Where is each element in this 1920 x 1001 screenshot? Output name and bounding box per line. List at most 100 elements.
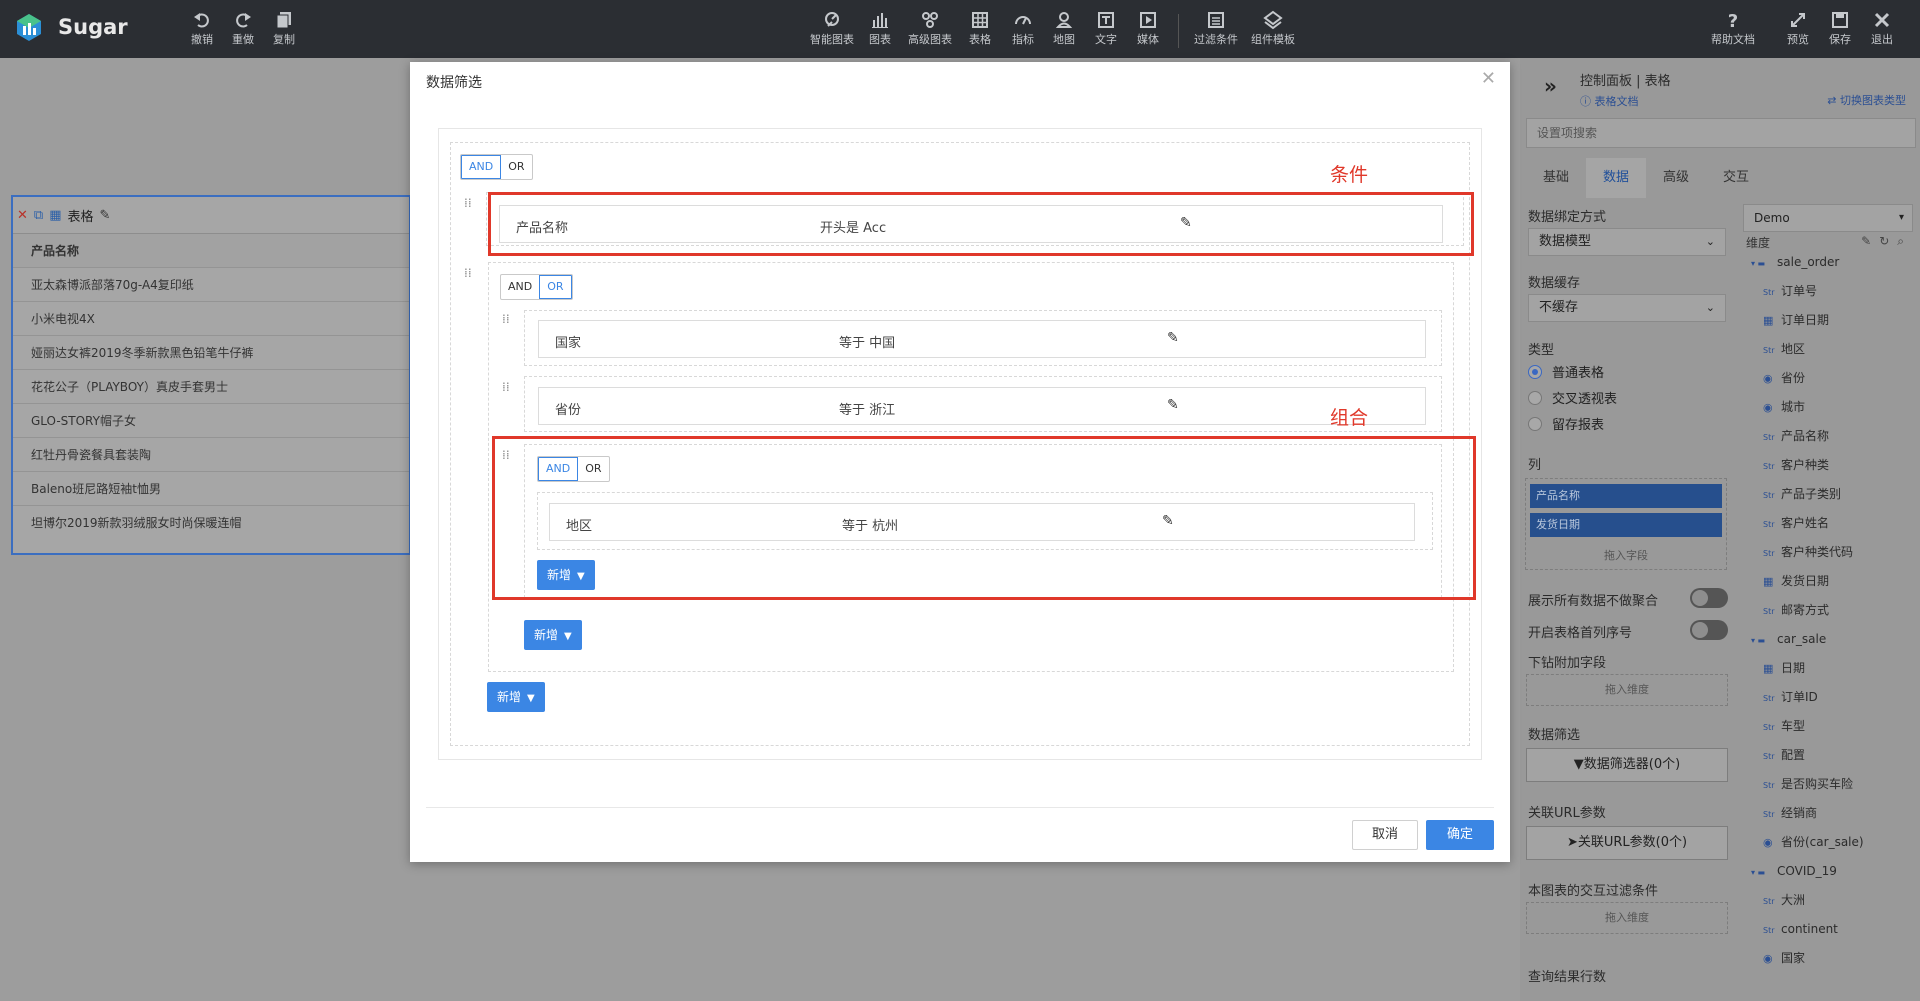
tree-field[interactable]: ◉ 省份(car_sale) xyxy=(1743,828,1913,857)
column-field-chip[interactable]: 发货日期 xyxy=(1530,513,1722,537)
table-button[interactable]: 表格 xyxy=(957,10,1003,47)
add-button[interactable]: 新增 ▼ xyxy=(524,620,582,650)
advanced-chart-button[interactable]: 高级图表 xyxy=(904,10,956,47)
component-template-button[interactable]: 组件模板 xyxy=(1245,10,1301,47)
tree-folder[interactable]: ▾ ▬ sale_order xyxy=(1743,248,1913,277)
condition-province[interactable]: 省份 等于 浙江 ✎ xyxy=(538,387,1426,425)
tree-field[interactable]: ◉ 省份 xyxy=(1743,364,1913,393)
switch-chart-type-link[interactable]: ⇄ 切换图表类型 xyxy=(1827,92,1906,108)
tree-field[interactable]: Str 邮寄方式 xyxy=(1743,596,1913,625)
edit-pencil-icon[interactable]: ✎ xyxy=(1861,234,1879,248)
type-radio-pivot[interactable]: 交叉透视表 xyxy=(1528,388,1617,407)
edit-pencil-icon[interactable]: ✎ xyxy=(100,208,111,223)
tree-field[interactable]: Str 配置 xyxy=(1743,741,1913,770)
tree-field[interactable]: Str 客户姓名 xyxy=(1743,509,1913,538)
map-button[interactable]: 地图 xyxy=(1041,10,1087,47)
tab-interaction[interactable]: 交互 xyxy=(1706,158,1766,198)
tree-field[interactable]: Str 订单ID xyxy=(1743,683,1913,712)
tree-folder[interactable]: ▾ ▬ car_sale xyxy=(1743,625,1913,654)
filter-condition-button[interactable]: 过滤条件 xyxy=(1188,10,1244,47)
logic-or-button[interactable]: OR xyxy=(539,275,572,299)
columns-drop-zone[interactable]: 产品名称 发货日期 拖入字段 xyxy=(1525,478,1727,570)
tab-basic[interactable]: 基础 xyxy=(1526,158,1586,198)
condition-country[interactable]: 国家 等于 中国 ✎ xyxy=(538,320,1426,358)
tree-field[interactable]: ◉ 国家 xyxy=(1743,944,1913,973)
logic-and-button[interactable]: AND xyxy=(501,275,539,299)
table-doc-link[interactable]: ⓘ 表格文档 xyxy=(1580,93,1671,109)
logic-and-button[interactable]: AND xyxy=(461,155,502,179)
data-filter-button[interactable]: ▼数据筛选器(0个) xyxy=(1526,748,1728,782)
tree-folder[interactable]: ▾ ▬ COVID_19 xyxy=(1743,857,1913,886)
datasource-select[interactable]: Demo ▾ xyxy=(1743,204,1913,232)
drag-handle-icon[interactable]: ⁞⁞ xyxy=(464,197,476,209)
tree-field[interactable]: ▦ 发货日期 xyxy=(1743,567,1913,596)
drag-handle-icon[interactable]: ⁞⁞ xyxy=(502,313,514,325)
table-doc-label: 表格文档 xyxy=(1594,95,1639,108)
copy-button[interactable]: 复制 xyxy=(261,10,307,47)
type-radio-normal[interactable]: 普通表格 xyxy=(1528,362,1604,381)
chevron-down-icon: ▾ xyxy=(1898,212,1904,223)
widget-header: ✕ ⧉ ▦ 表格 ✎ xyxy=(13,197,409,233)
smart-chart-button[interactable]: 智能图表 xyxy=(808,10,856,47)
tree-field[interactable]: Str 经销商 xyxy=(1743,799,1913,828)
close-icon[interactable]: ✕ xyxy=(1481,68,1496,89)
save-button[interactable]: 保存 xyxy=(1817,10,1863,47)
edit-pencil-icon[interactable]: ✎ xyxy=(1167,397,1179,413)
tree-field[interactable]: Str 产品名称 xyxy=(1743,422,1913,451)
cancel-button[interactable]: 取消 xyxy=(1352,820,1418,850)
undo-button[interactable]: 撤销 xyxy=(179,10,225,47)
logic-or-button[interactable]: OR xyxy=(501,155,531,179)
edit-pencil-icon[interactable]: ✎ xyxy=(1167,330,1179,346)
datasource-value: Demo xyxy=(1754,211,1790,225)
collapse-chevron-icon[interactable]: » xyxy=(1544,74,1557,98)
show-all-toggle[interactable] xyxy=(1690,588,1728,608)
tree-field[interactable]: Str 是否购买车险 xyxy=(1743,770,1913,799)
media-button[interactable]: 媒体 xyxy=(1125,10,1171,47)
duplicate-icon[interactable]: ⧉ xyxy=(34,208,43,223)
delete-icon[interactable]: ✕ xyxy=(17,208,28,223)
add-button[interactable]: 新增 ▼ xyxy=(487,682,545,712)
root-logic-toggle: AND OR xyxy=(460,154,533,180)
tree-field[interactable]: Str continent xyxy=(1743,915,1913,944)
row-number-toggle[interactable] xyxy=(1690,620,1728,640)
drill-drop-zone[interactable]: 拖入维度 xyxy=(1526,674,1728,706)
redo-button[interactable]: 重做 xyxy=(220,10,266,47)
exit-button[interactable]: 退出 xyxy=(1859,10,1905,47)
drag-handle-icon[interactable]: ⁞⁞ xyxy=(464,267,476,279)
chart-button[interactable]: 图表 xyxy=(856,10,904,47)
tree-field[interactable]: Str 大洲 xyxy=(1743,886,1913,915)
tree-field[interactable]: Str 车型 xyxy=(1743,712,1913,741)
tab-advanced[interactable]: 高级 xyxy=(1646,158,1706,198)
tab-data[interactable]: 数据 xyxy=(1586,158,1646,198)
cache-select[interactable]: 不缓存 ⌄ xyxy=(1528,294,1726,322)
help-doc-button[interactable]: ? 帮助文档 xyxy=(1708,10,1758,47)
tree-field[interactable]: Str 产品子类别 xyxy=(1743,480,1913,509)
string-type-icon: Str xyxy=(1763,897,1775,906)
binding-select[interactable]: 数据模型 ⌄ xyxy=(1528,228,1726,256)
type-radio-retention[interactable]: 留存报表 xyxy=(1528,414,1604,433)
drill-label: 下钻附加字段 xyxy=(1528,656,1607,671)
chevron-down-icon: ▼ xyxy=(527,693,535,704)
confirm-button[interactable]: 确定 xyxy=(1426,820,1494,850)
column-field-chip[interactable]: 产品名称 xyxy=(1530,484,1722,508)
table-widget[interactable]: ✕ ⧉ ▦ 表格 ✎ 产品名称 亚太森博派部落70g-A4复印纸 小米电视4X … xyxy=(11,195,411,555)
refresh-icon[interactable]: ↻ xyxy=(1879,234,1897,248)
interaction-drop-zone[interactable]: 拖入维度 xyxy=(1526,902,1728,934)
tree-node-label: 是否购买车险 xyxy=(1781,777,1854,791)
tree-field[interactable]: Str 地区 xyxy=(1743,335,1913,364)
indicator-button[interactable]: 指标 xyxy=(1000,10,1046,47)
tree-field[interactable]: Str 订单号 xyxy=(1743,277,1913,306)
tree-field[interactable]: ▦ 日期 xyxy=(1743,654,1913,683)
url-param-button[interactable]: ➤关联URL参数(0个) xyxy=(1526,826,1728,860)
drag-handle-icon[interactable]: ⁞⁞ xyxy=(502,381,514,393)
search-icon[interactable]: ⌕ xyxy=(1897,234,1912,248)
tree-field[interactable]: ▦ 订单日期 xyxy=(1743,306,1913,335)
table-row: 坦博尔2019新款羽绒服女时尚保暖连帽 xyxy=(13,505,409,539)
settings-search-input[interactable]: 设置项搜索 xyxy=(1526,118,1916,148)
preview-button[interactable]: 预览 xyxy=(1775,10,1821,47)
tree-field[interactable]: Str 客户种类代码 xyxy=(1743,538,1913,567)
chevron-down-icon: ▼ xyxy=(564,631,572,642)
tree-field[interactable]: ◉ 城市 xyxy=(1743,393,1913,422)
text-button[interactable]: 文字 xyxy=(1083,10,1129,47)
tree-field[interactable]: Str 客户种类 xyxy=(1743,451,1913,480)
